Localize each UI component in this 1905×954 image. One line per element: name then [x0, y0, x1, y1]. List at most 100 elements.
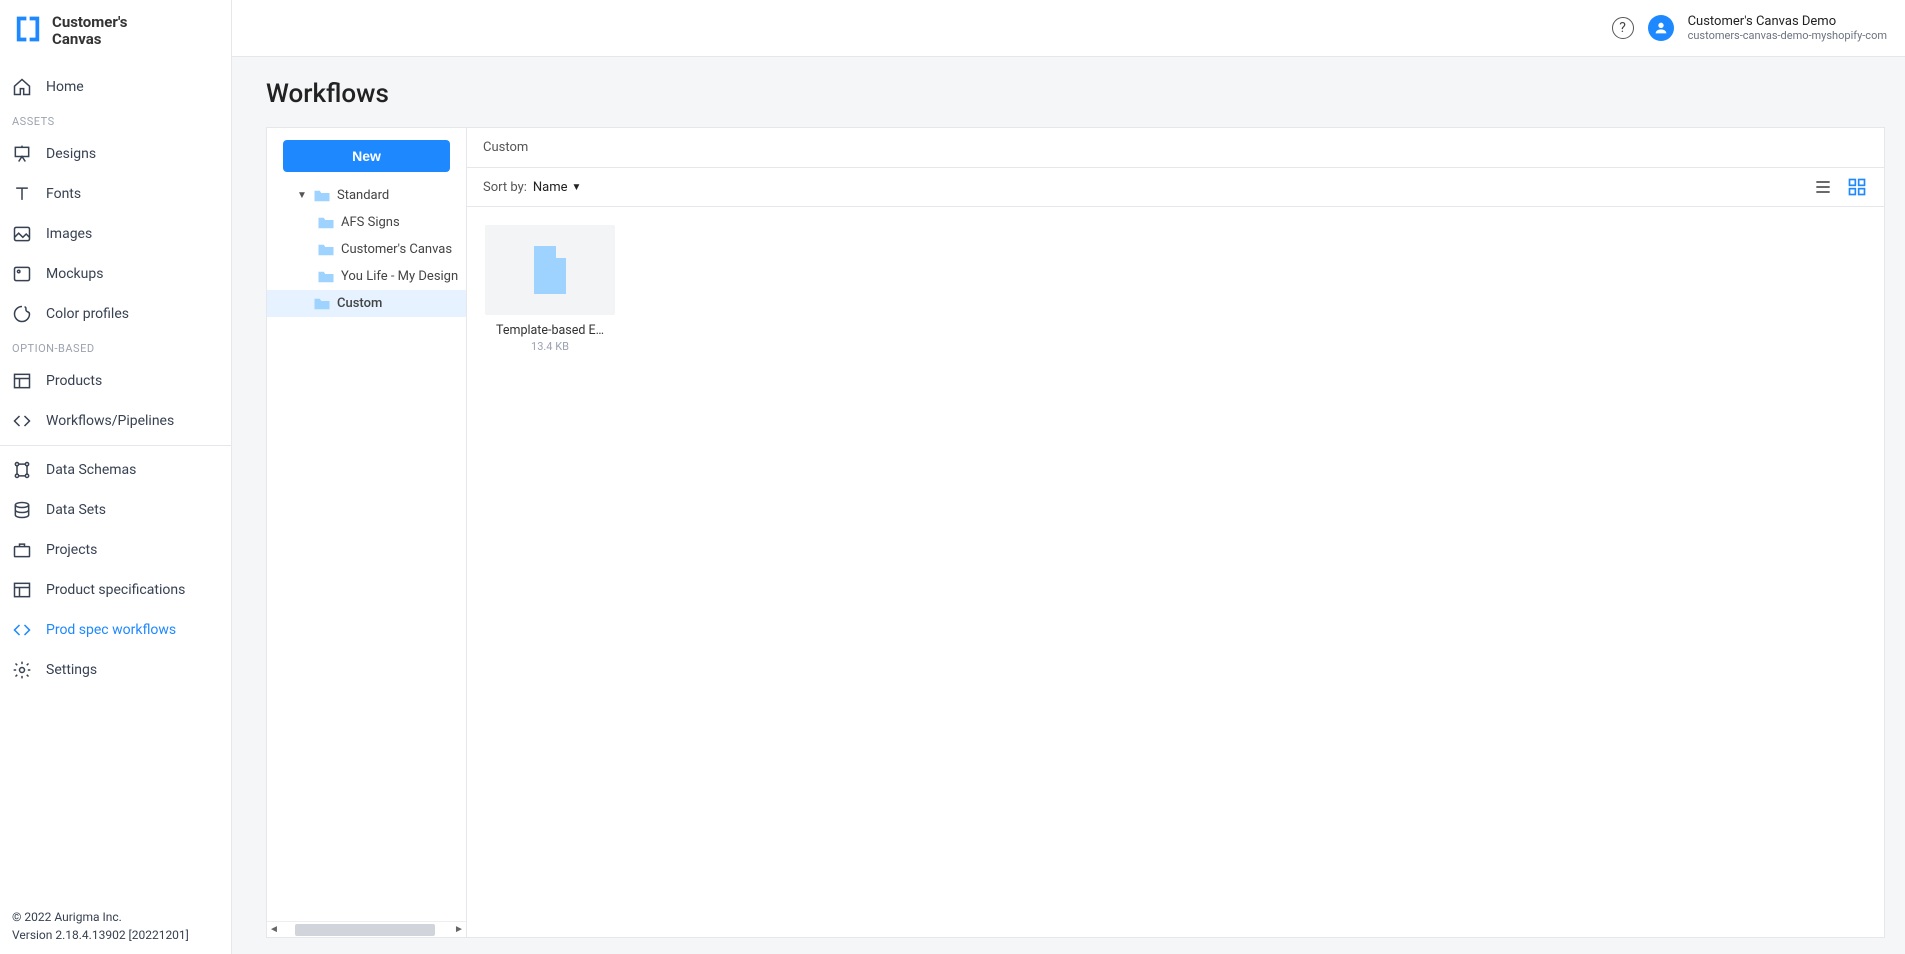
sidebar-item-products[interactable]: Products [0, 361, 231, 401]
sort-value[interactable]: Name ▼ [533, 180, 582, 195]
grid-view-button[interactable] [1846, 176, 1868, 198]
tree-item-custom[interactable]: Custom [267, 290, 466, 317]
tree-hscrollbar[interactable]: ◄ ► [267, 921, 466, 937]
scroll-right-icon[interactable]: ► [452, 924, 466, 935]
schema-icon [12, 460, 32, 480]
content-panel: Custom Sort by: Name ▼ [467, 128, 1884, 937]
sidebar-item-label: Data Schemas [46, 462, 136, 478]
sidebar-item-mockups[interactable]: Mockups [0, 254, 231, 294]
gear-icon [12, 660, 32, 680]
help-button[interactable]: ? [1612, 17, 1634, 39]
account-info[interactable]: Customer's Canvas Demo customers-canvas-… [1688, 14, 1887, 43]
sidebar-item-projects[interactable]: Projects [0, 530, 231, 570]
workflow-item[interactable]: Template-based E… 13.4 KB [485, 225, 615, 353]
sidebar-item-label: Products [46, 373, 102, 389]
code-icon [12, 411, 32, 431]
sidebar-item-label: Fonts [46, 186, 81, 202]
font-icon [12, 184, 32, 204]
sidebar-footer: © 2022 Aurigma Inc. Version 2.18.4.13902… [0, 898, 231, 954]
sidebar-item-data-schemas[interactable]: Data Schemas [0, 450, 231, 490]
account-subdomain: customers-canvas-demo-myshopify-com [1688, 29, 1887, 42]
tree-item-label: You Life - My Design [341, 269, 458, 284]
home-icon [12, 77, 32, 97]
sidebar-section-assets: ASSETS [0, 107, 231, 134]
content-toolbar: Sort by: Name ▼ [467, 168, 1884, 207]
sidebar-section-option-based: OPTION-BASED [0, 334, 231, 361]
item-size: 13.4 KB [485, 340, 615, 353]
sort-control[interactable]: Sort by: Name ▼ [483, 180, 581, 195]
sidebar-item-fonts[interactable]: Fonts [0, 174, 231, 214]
tree-item-afs-signs[interactable]: AFS Signs [267, 209, 466, 236]
code-icon [12, 620, 32, 640]
sidebar-item-label: Designs [46, 146, 96, 162]
file-thumbnail [485, 225, 615, 315]
folder-icon [317, 270, 335, 284]
list-view-button[interactable] [1812, 176, 1834, 198]
sidebar-item-home[interactable]: Home [0, 67, 231, 107]
folder-icon [313, 189, 331, 203]
scroll-left-icon[interactable]: ◄ [267, 924, 281, 935]
sidebar: Customer's Canvas Home ASSETS Designs Fo… [0, 0, 232, 954]
layout-icon [12, 371, 32, 391]
sort-label: Sort by: [483, 180, 527, 195]
tree-item-you-life[interactable]: You Life - My Design [267, 263, 466, 290]
folder-tree: ▼ Standard AFS Signs Customer's Canvas [267, 182, 466, 921]
account-name: Customer's Canvas Demo [1688, 14, 1887, 30]
sidebar-item-label: Workflows/Pipelines [46, 413, 174, 429]
tree-item-label: AFS Signs [341, 215, 400, 230]
sidebar-item-designs[interactable]: Designs [0, 134, 231, 174]
sidebar-item-label: Color profiles [46, 306, 129, 322]
version-info: Version 2.18.4.13902 [20221201] [12, 926, 219, 944]
view-toggle [1812, 176, 1868, 198]
brand-mark-icon [14, 15, 42, 47]
folder-icon [317, 243, 335, 257]
sidebar-item-label: Prod spec workflows [46, 622, 176, 638]
chevron-down-icon: ▼ [572, 182, 582, 193]
sidebar-item-label: Images [46, 226, 92, 242]
sort-value-text: Name [533, 180, 568, 195]
tree-panel: New ▼ Standard AFS Signs [267, 128, 467, 937]
brand-name: Customer's Canvas [52, 14, 127, 49]
sidebar-nav: Home ASSETS Designs Fonts Images Mockups [0, 67, 231, 899]
sidebar-item-label: Product specifications [46, 582, 185, 598]
sidebar-item-label: Home [46, 79, 84, 95]
caret-down-icon: ▼ [297, 190, 307, 201]
sidebar-item-label: Projects [46, 542, 97, 558]
new-button[interactable]: New [283, 140, 450, 172]
sidebar-item-prod-spec-workflows[interactable]: Prod spec workflows [0, 610, 231, 650]
folder-icon [313, 297, 331, 311]
briefcase-icon [12, 540, 32, 560]
topbar: ? Customer's Canvas Demo customers-canva… [232, 0, 1905, 57]
palette-icon [12, 304, 32, 324]
folder-icon [317, 216, 335, 230]
item-name: Template-based E… [485, 323, 615, 338]
sidebar-item-settings[interactable]: Settings [0, 650, 231, 690]
scroll-thumb[interactable] [295, 924, 435, 936]
copyright: © 2022 Aurigma Inc. [12, 908, 219, 926]
tree-item-label: Standard [337, 188, 389, 203]
brand-logo[interactable]: Customer's Canvas [0, 0, 231, 67]
sidebar-item-label: Mockups [46, 266, 103, 282]
mockup-icon [12, 264, 32, 284]
items-grid: Template-based E… 13.4 KB [467, 207, 1884, 937]
tree-item-customers-canvas[interactable]: Customer's Canvas [267, 236, 466, 263]
sidebar-item-images[interactable]: Images [0, 214, 231, 254]
spec-icon [12, 580, 32, 600]
sidebar-item-color-profiles[interactable]: Color profiles [0, 294, 231, 334]
tree-item-standard[interactable]: ▼ Standard [267, 182, 466, 209]
sidebar-item-label: Data Sets [46, 502, 106, 518]
image-icon [12, 224, 32, 244]
scroll-track[interactable] [295, 924, 438, 936]
sidebar-item-data-sets[interactable]: Data Sets [0, 490, 231, 530]
tree-item-label: Custom [337, 296, 382, 311]
easel-icon [12, 144, 32, 164]
breadcrumb: Custom [467, 128, 1884, 168]
divider [0, 445, 231, 446]
database-icon [12, 500, 32, 520]
sidebar-item-product-specifications[interactable]: Product specifications [0, 570, 231, 610]
page-title: Workflows [232, 57, 1905, 127]
workspace: New ▼ Standard AFS Signs [266, 127, 1885, 938]
tree-item-label: Customer's Canvas [341, 242, 452, 257]
sidebar-item-workflows-pipelines[interactable]: Workflows/Pipelines [0, 401, 231, 441]
avatar[interactable] [1648, 15, 1674, 41]
